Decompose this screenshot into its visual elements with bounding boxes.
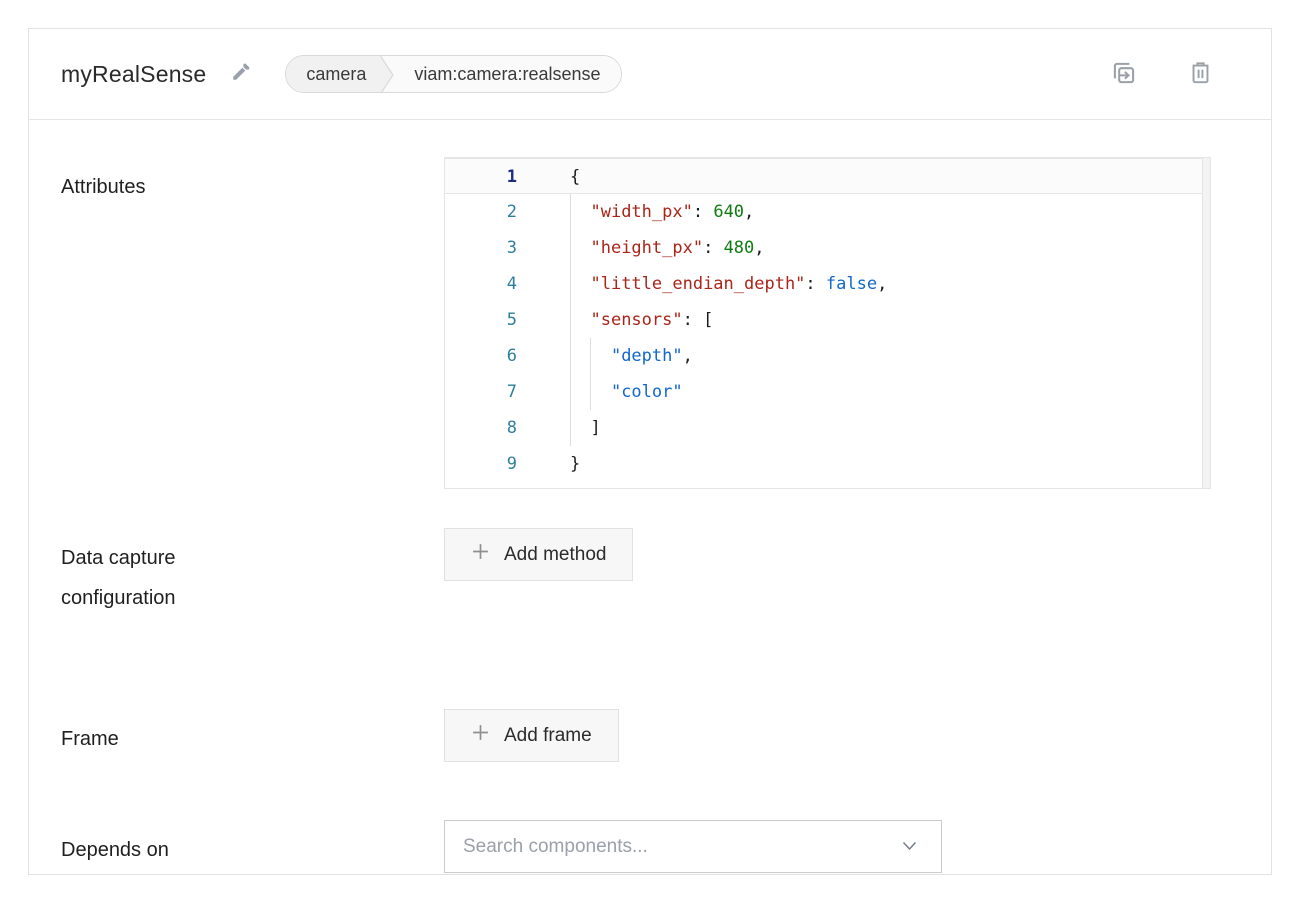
edit-name-button[interactable] [228,60,253,88]
frame-label: Frame [61,719,444,759]
line-content: "height_px": 480, [570,230,765,266]
plus-icon [471,542,490,567]
line-number: 5 [445,302,517,338]
attributes-code-editor[interactable]: 1{2 "width_px": 640,3 "height_px": 480,4… [444,157,1211,489]
editor-scrollbar[interactable] [1202,158,1210,488]
add-method-button[interactable]: Add method [444,528,633,581]
line-number: 2 [445,194,517,230]
line-content: ] [570,410,601,446]
code-line[interactable]: 9} [445,446,1210,482]
line-number: 6 [445,338,517,374]
pencil-icon [228,60,253,88]
component-type-badge: camera viam:camera:realsense [285,55,621,93]
breadcrumb-chevron-icon [380,56,402,93]
line-number: 8 [445,410,517,446]
code-line[interactable]: 5 "sensors": [ [445,302,1210,338]
depends-on-section: Depends on [61,820,1271,873]
model-label: viam:camera:realsense [402,56,620,92]
delete-button[interactable] [1185,59,1215,89]
add-frame-label: Add frame [504,725,592,747]
depends-on-label: Depends on [61,830,444,870]
type-label: camera [286,56,380,92]
indent-guide [590,338,591,374]
attributes-section: Attributes 1{2 "width_px": 640,3 "height… [61,157,1271,489]
indent-guide [590,374,591,410]
line-number: 9 [445,446,517,482]
line-content: "sensors": [ [570,302,713,338]
data-capture-section: Data capture configuration Add method [61,528,1271,618]
component-body: Attributes 1{2 "width_px": 640,3 "height… [29,120,1271,873]
data-capture-label: Data capture configuration [61,538,444,618]
code-line[interactable]: 3 "height_px": 480, [445,230,1210,266]
component-header: myRealSense camera viam:camera:realsense [29,29,1271,120]
line-content: } [570,446,580,482]
search-components-input[interactable] [463,836,902,858]
attributes-label: Attributes [61,167,444,207]
code-line[interactable]: 8 ] [445,410,1210,446]
indent-guide [570,338,571,374]
line-content: "little_endian_depth": false, [570,266,887,302]
code-line[interactable]: 7 "color" [445,374,1210,410]
line-number: 3 [445,230,517,266]
depends-on-select[interactable] [444,820,942,873]
line-number: 4 [445,266,517,302]
header-actions [1109,59,1215,89]
add-method-label: Add method [504,544,606,566]
code-line[interactable]: 1{ [445,158,1210,194]
component-name: myRealSense [61,61,206,88]
indent-guide [570,194,571,230]
line-content: "color" [570,374,683,410]
line-content: { [570,159,580,193]
trash-icon [1187,59,1214,89]
code-line[interactable]: 4 "little_endian_depth": false, [445,266,1210,302]
indent-guide [570,230,571,266]
indent-guide [570,410,571,446]
code-line[interactable]: 2 "width_px": 640, [445,194,1210,230]
plus-icon [471,723,490,748]
indent-guide [570,374,571,410]
line-content: "depth", [570,338,693,374]
line-number: 1 [445,159,517,193]
indent-guide [570,302,571,338]
duplicate-button[interactable] [1109,59,1139,89]
frame-section: Frame Add frame [61,709,1271,762]
component-config-card: myRealSense camera viam:camera:realsense [28,28,1272,875]
duplicate-icon [1109,58,1139,91]
chevron-down-icon [902,838,917,856]
line-number: 7 [445,374,517,410]
code-line[interactable]: 6 "depth", [445,338,1210,374]
indent-guide [570,266,571,302]
line-content: "width_px": 640, [570,194,754,230]
add-frame-button[interactable]: Add frame [444,709,619,762]
